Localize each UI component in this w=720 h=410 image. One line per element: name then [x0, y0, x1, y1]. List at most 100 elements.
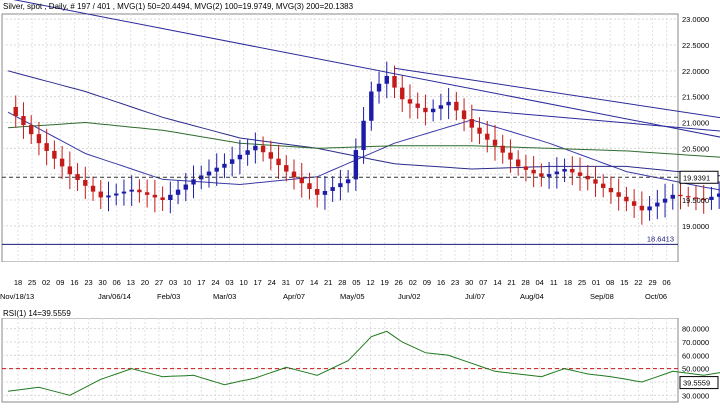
date-day-label: 16 [437, 278, 445, 287]
candle-body [191, 179, 196, 185]
date-day-label: 14 [310, 278, 318, 287]
candle-body [129, 189, 134, 192]
candle-body [338, 183, 343, 188]
date-day-label: 17 [197, 278, 205, 287]
candle-body [307, 183, 312, 190]
candle-body [144, 192, 150, 195]
candle-body [539, 173, 544, 177]
date-day-label: 02 [409, 278, 417, 287]
date-day-label: 07 [296, 278, 304, 287]
candle-body [515, 159, 521, 167]
candle-body [106, 195, 111, 198]
candle-body [670, 194, 675, 199]
date-day-label: 06 [113, 278, 121, 287]
candle-body [655, 202, 660, 207]
rsi-tick-label: 60.0000 [682, 351, 709, 360]
date-day-label: 22 [634, 278, 642, 287]
price-tick-label: 21.5000 [682, 93, 709, 102]
rsi-tick-label: 50.0000 [682, 365, 709, 374]
date-month-label: Sep/08 [590, 292, 614, 301]
candle-body [500, 145, 505, 153]
date-day-label: 25 [28, 278, 36, 287]
candle-body [384, 76, 389, 84]
candle-body [222, 163, 227, 168]
date-axis-band [0, 262, 720, 318]
price-tick-label: 22.5000 [682, 41, 709, 50]
rsi-tick-label: 70.0000 [682, 338, 709, 347]
rsi-tick-label: 80.0000 [682, 325, 709, 334]
candle-body [322, 190, 328, 195]
candle-body [237, 154, 243, 160]
date-month-label: Oct/06 [645, 292, 667, 301]
chart-canvas: 19.000019.500020.000020.500021.000021.50… [0, 0, 720, 403]
candle-body [253, 145, 258, 151]
candle-body [98, 191, 103, 198]
date-day-label: 17 [254, 278, 262, 287]
date-day-label: 21 [507, 278, 515, 287]
date-day-label: 01 [592, 278, 600, 287]
support-line-label: 18.6413 [647, 234, 674, 243]
candle-body [299, 177, 304, 184]
candle-body [577, 172, 583, 176]
candle-body [554, 171, 560, 175]
candle-body [477, 127, 482, 134]
candle-body [28, 125, 34, 135]
candle-body [662, 198, 668, 203]
date-day-label: 19 [380, 278, 388, 287]
date-day-label: 12 [366, 278, 374, 287]
candle-body [492, 139, 498, 146]
candle-body [353, 150, 359, 180]
candle-body [214, 167, 219, 172]
candle-body [229, 159, 235, 164]
rsi-current-label: 39.5559 [683, 379, 710, 388]
date-month-label: Mar/03 [213, 292, 236, 301]
candle-body [369, 91, 374, 121]
candle-body [438, 105, 444, 109]
current-price-label: 19.9391 [683, 173, 710, 182]
date-day-label: 28 [338, 278, 346, 287]
date-day-label: 23 [84, 278, 92, 287]
candle-body [13, 107, 18, 117]
date-day-label: 30 [98, 278, 106, 287]
candle-body [206, 171, 212, 176]
candle-body [59, 158, 65, 167]
candle-body [454, 101, 459, 111]
rsi-tick-label: 30.0000 [682, 391, 709, 400]
candle-body [168, 194, 173, 200]
date-day-label: 16 [70, 278, 78, 287]
candle-body [284, 165, 289, 172]
candle-body [546, 174, 552, 177]
candle-body [624, 196, 629, 202]
date-day-label: 21 [324, 278, 332, 287]
date-day-label: 04 [536, 278, 544, 287]
candle-body [114, 193, 119, 196]
candle-body [330, 187, 335, 191]
price-tick-label: 22.0000 [682, 67, 709, 76]
candle-body [21, 116, 26, 126]
date-day-label: 25 [578, 278, 586, 287]
price-tick-label: 20.5000 [682, 144, 709, 153]
candle-body [345, 179, 351, 184]
date-day-label: 03 [169, 278, 177, 287]
date-day-label: 27 [155, 278, 163, 287]
date-day-label: 29 [648, 278, 656, 287]
date-month-label: Aug/04 [520, 292, 544, 301]
date-month-label: Jan/06/14 [98, 292, 131, 301]
date-day-label: 06 [662, 278, 670, 287]
candle-body [415, 103, 420, 108]
candle-body [245, 150, 250, 155]
date-month-label: Nov/18/13 [0, 292, 34, 301]
candle-body [631, 201, 637, 206]
date-month-label: Jun/02 [398, 292, 421, 301]
candle-body [469, 119, 474, 128]
candle-body [446, 101, 451, 106]
candle-body [260, 145, 266, 153]
candle-body [276, 158, 281, 166]
candle-body [183, 184, 188, 190]
candle-body [52, 150, 57, 159]
price-tick-label: 23.0000 [682, 15, 709, 24]
price-tick-label: 19.0000 [682, 222, 709, 231]
candle-body [376, 83, 382, 92]
candle-body [361, 120, 366, 151]
main-chart-title: Silver, spot , Daily, # 197 / 401 , MVG(… [3, 2, 354, 11]
